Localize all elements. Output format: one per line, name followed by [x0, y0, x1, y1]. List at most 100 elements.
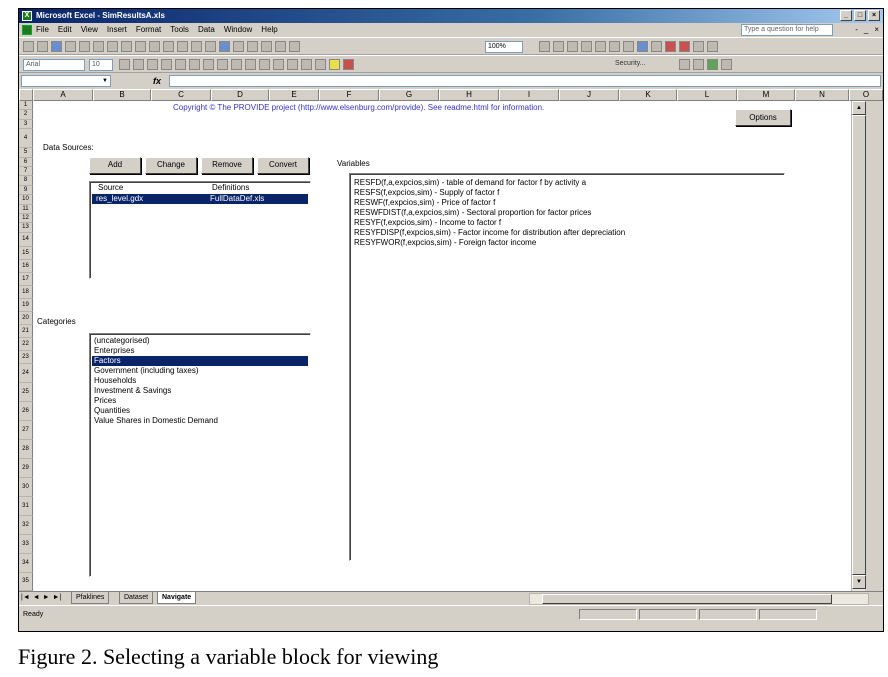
zoom-select[interactable]: 100% [485, 41, 523, 53]
menu-view[interactable]: View [81, 25, 98, 34]
refresh-icon[interactable] [623, 41, 634, 52]
row-header[interactable]: 35 [19, 572, 33, 591]
formula-input[interactable] [169, 75, 881, 87]
row-header[interactable]: 28 [19, 439, 33, 459]
row-header[interactable]: 14 [19, 232, 33, 247]
column-header-j[interactable]: J [559, 89, 619, 101]
variable-item[interactable]: RESWFDIST(f,a,expcios,sim) - Sectoral pr… [352, 208, 782, 218]
column-header-b[interactable]: B [93, 89, 151, 101]
category-item[interactable]: Investment & Savings [92, 386, 308, 396]
variable-item[interactable]: RESFD(f,a,expcios,sim) - table of demand… [352, 178, 782, 188]
chart-wizard-icon[interactable] [275, 41, 286, 52]
horizontal-scrollbar[interactable] [529, 593, 869, 605]
rewind-icon[interactable] [609, 41, 620, 52]
tab-pfaklines[interactable]: Pfaklines [71, 592, 110, 604]
doc-minimize-button[interactable]: _ [864, 25, 868, 34]
category-item[interactable]: Quantities [92, 406, 308, 416]
undo-icon[interactable] [191, 41, 202, 52]
row-header[interactable]: 22 [19, 337, 33, 351]
percent-icon[interactable] [231, 59, 242, 70]
paste-icon[interactable] [163, 41, 174, 52]
row-header[interactable]: 6 [19, 157, 33, 167]
align-left-icon[interactable] [161, 59, 172, 70]
row-header[interactable]: 10 [19, 195, 33, 205]
row-header[interactable]: 25 [19, 382, 33, 402]
sources-listbox[interactable]: Source Definitions res_level.gdx FullDat… [89, 181, 311, 279]
row-header[interactable]: 17 [19, 272, 33, 286]
save-icon[interactable] [51, 41, 62, 52]
row-header[interactable]: 21 [19, 324, 33, 338]
column-header-m[interactable]: M [737, 89, 795, 101]
diamond-icon[interactable] [637, 41, 648, 52]
increase-decimal-icon[interactable] [259, 59, 270, 70]
decrease-decimal-icon[interactable] [273, 59, 284, 70]
font-size-select[interactable]: 10 [89, 59, 113, 71]
column-header-g[interactable]: G [379, 89, 439, 101]
font-select[interactable]: Arial [23, 59, 85, 71]
vertical-scrollbar[interactable]: ▲ ▼ [851, 101, 866, 591]
row-header[interactable]: 13 [19, 223, 33, 233]
row-header[interactable]: 31 [19, 496, 33, 516]
row-header[interactable]: 32 [19, 515, 33, 535]
category-item[interactable]: Prices [92, 396, 308, 406]
hyperlink-icon[interactable] [219, 41, 230, 52]
row-header[interactable]: 24 [19, 363, 33, 383]
row-header[interactable]: 26 [19, 401, 33, 421]
cut-icon[interactable] [135, 41, 146, 52]
doc-close-button[interactable]: × [874, 25, 879, 34]
merge-center-icon[interactable] [203, 59, 214, 70]
menu-data[interactable]: Data [198, 25, 215, 34]
row-header[interactable]: 23 [19, 350, 33, 364]
variables-listbox[interactable]: RESFD(f,a,expcios,sim) - table of demand… [349, 173, 785, 561]
redo-icon[interactable] [205, 41, 216, 52]
italic-icon[interactable] [133, 59, 144, 70]
close-button[interactable]: × [868, 10, 880, 21]
security-button[interactable]: Security... [615, 60, 646, 67]
drawing-icon[interactable] [289, 41, 300, 52]
tab-navigate[interactable]: Navigate [157, 592, 197, 604]
tab-first-icon[interactable]: |◄ [21, 594, 30, 601]
open-icon[interactable] [37, 41, 48, 52]
sort-ascending-icon[interactable] [247, 41, 258, 52]
back-icon[interactable] [595, 41, 606, 52]
chevron-down-icon[interactable]: ▼ [100, 76, 110, 86]
align-center-icon[interactable] [175, 59, 186, 70]
category-item[interactable]: Value Shares in Domestic Demand [92, 416, 308, 426]
row-header[interactable]: 29 [19, 458, 33, 478]
vertical-scroll-thumb[interactable] [852, 115, 866, 575]
scroll-down-icon[interactable]: ▼ [852, 575, 866, 589]
menu-insert[interactable]: Insert [107, 25, 127, 34]
menu-window[interactable]: Window [224, 25, 252, 34]
minimize-button[interactable]: _ [840, 10, 852, 21]
design-mode-icon[interactable] [693, 59, 704, 70]
source-row-selected[interactable]: res_level.gdx FullDataDef.xls [92, 194, 308, 204]
row-header[interactable]: 27 [19, 420, 33, 440]
pivot-icon[interactable] [693, 41, 704, 52]
autosum-icon[interactable] [233, 41, 244, 52]
new-icon[interactable] [23, 41, 34, 52]
row-header[interactable]: 12 [19, 214, 33, 224]
email-icon[interactable] [79, 41, 90, 52]
row-header[interactable]: 9 [19, 185, 33, 196]
menu-file[interactable]: File [36, 25, 49, 34]
category-item-selected[interactable]: Factors [92, 356, 308, 366]
report-icon[interactable] [665, 41, 676, 52]
step-icon[interactable] [553, 41, 564, 52]
permission-icon[interactable] [65, 41, 76, 52]
categories-listbox[interactable]: (uncategorised) Enterprises Factors Gove… [89, 333, 311, 577]
change-button[interactable]: Change [145, 157, 197, 174]
row-header[interactable]: 7 [19, 167, 33, 177]
category-item[interactable]: Households [92, 376, 308, 386]
bold-icon[interactable] [119, 59, 130, 70]
add-button[interactable]: Add [89, 157, 141, 174]
tab-dataset[interactable]: Dataset [119, 592, 154, 604]
convert-button[interactable]: Convert [257, 157, 309, 174]
horizontal-scroll-thumb[interactable] [542, 594, 832, 604]
options-button[interactable]: Options [735, 109, 791, 126]
row-header[interactable]: 4 [19, 129, 33, 149]
currency-icon[interactable] [217, 59, 228, 70]
category-item[interactable]: Government (including taxes) [92, 366, 308, 376]
column-header-d[interactable]: D [211, 89, 269, 101]
name-box[interactable]: ▼ [21, 75, 111, 87]
tab-next-icon[interactable]: ► [43, 594, 50, 601]
